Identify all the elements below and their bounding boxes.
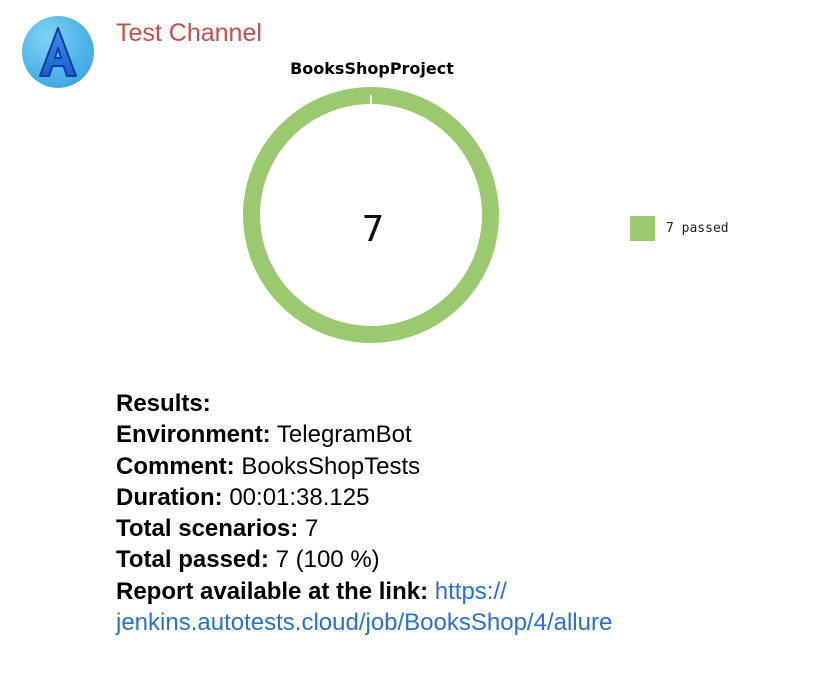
results-heading: Results: [116,390,211,417]
chart-title: BooksShopProject [290,59,454,78]
report-link-line: jenkins.autotests.cloud/job/BooksShop/4/… [116,607,806,638]
environment-line: Environment: TelegramBot [116,419,806,450]
total-passed-line: Total passed: 7 (100 %) [116,544,806,575]
comment-line: Comment: BooksShopTests [116,451,806,482]
total-passed-key: Total passed: [116,546,269,574]
total-scenarios-key: Total scenarios: [116,515,299,543]
channel-name[interactable]: Test Channel [116,18,262,48]
legend-swatch-passed [630,216,655,241]
chart-legend: 7 passed [630,216,729,241]
report-key: Report available at the link: [116,577,429,605]
environment-value: TelegramBot [276,421,412,449]
letter-a-avatar-icon [39,27,77,77]
duration-key: Duration: [116,483,223,511]
report-link-part2[interactable]: jenkins.autotests.cloud/job/BooksShop/4/… [116,609,612,636]
legend-label-passed: 7 passed [666,221,729,236]
total-scenarios-value: 7 [304,515,319,543]
donut-chart: 7 BooksShopProject 7 passed [116,55,816,375]
channel-avatar[interactable] [22,16,94,88]
environment-key: Environment: [116,421,271,449]
duration-value: 00:01:38.125 [229,483,370,511]
total-passed-value: 7 (100 %) [275,546,380,574]
report-line: Report available at the link: https:// [116,576,806,607]
comment-value: BooksShopTests [241,452,421,480]
total-scenarios-line: Total scenarios: 7 [116,513,806,544]
report-link-part1[interactable]: https:// [435,578,507,605]
donut-chart-svg: 7 [242,87,499,343]
comment-key: Comment: [116,452,235,480]
duration-line: Duration: 00:01:38.125 [116,482,806,513]
message-text: Results: Environment: TelegramBot Commen… [116,388,806,638]
donut-center-label: 7 [362,209,385,250]
